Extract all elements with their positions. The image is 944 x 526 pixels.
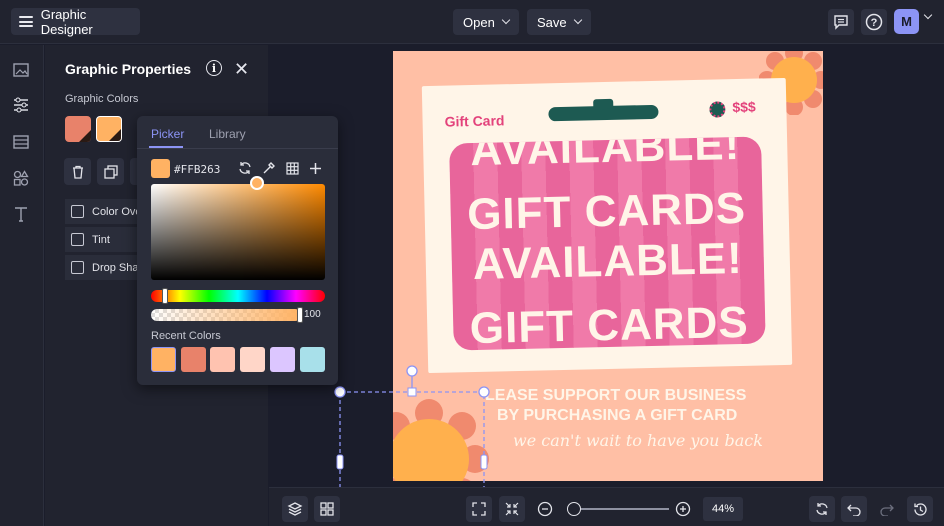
price-label: $$$ xyxy=(732,98,756,116)
hue-slider[interactable] xyxy=(151,290,325,302)
feedback-button[interactable] xyxy=(828,9,854,35)
save-button[interactable]: Save xyxy=(527,9,591,35)
hamburger-icon xyxy=(19,16,33,27)
color-swatch-2[interactable] xyxy=(96,116,122,142)
checkbox[interactable] xyxy=(71,205,84,218)
headline-text[interactable]: AVAILABLE! xyxy=(449,136,762,175)
info-icon[interactable]: i xyxy=(206,60,222,76)
redo-icon xyxy=(880,504,894,516)
alpha-value[interactable]: 100 xyxy=(304,309,321,320)
graphic-colors-label: Graphic Colors xyxy=(65,93,139,105)
panel-title: Graphic Properties xyxy=(65,61,192,77)
option-drop-shadow[interactable]: Drop Sha xyxy=(65,255,139,280)
help-button[interactable]: ? xyxy=(861,9,887,35)
tab-library[interactable]: Library xyxy=(209,127,246,141)
left-rail xyxy=(0,45,44,526)
close-icon[interactable]: ✕ xyxy=(234,59,249,80)
zoom-slider[interactable] xyxy=(569,508,669,510)
alpha-slider[interactable] xyxy=(151,309,301,321)
sliders-icon[interactable] xyxy=(12,96,30,114)
selection-box[interactable] xyxy=(330,362,496,488)
collapse-icon xyxy=(505,502,519,516)
chevron-down-icon[interactable] xyxy=(923,10,933,20)
color-swatch-1[interactable] xyxy=(65,116,91,142)
chevron-down-icon xyxy=(573,15,582,25)
recent-color-swatch[interactable] xyxy=(151,347,176,372)
delete-button[interactable] xyxy=(64,158,91,185)
hex-input[interactable]: #FFB263 xyxy=(174,163,220,176)
gift-card-label: Gift Card xyxy=(444,112,505,130)
grid-icon xyxy=(320,502,334,516)
saturation-value-handle[interactable] xyxy=(250,176,264,190)
option-color-overlay[interactable]: Color Ove xyxy=(65,199,139,224)
chevron-down-icon xyxy=(501,15,511,25)
recent-color-swatch[interactable] xyxy=(240,347,265,372)
grid-button[interactable] xyxy=(314,496,340,522)
chat-icon xyxy=(834,15,848,30)
tab-picker[interactable]: Picker xyxy=(151,127,184,141)
bottom-toolbar: 44% xyxy=(269,487,944,526)
top-bar: Graphic Designer Open Save ? M xyxy=(0,0,944,44)
duplicate-icon xyxy=(103,164,118,179)
history-icon xyxy=(913,502,927,516)
text-icon[interactable] xyxy=(12,205,30,223)
app-menu-button[interactable]: Graphic Designer xyxy=(11,6,140,37)
rotate-button[interactable] xyxy=(809,496,835,522)
card-dot xyxy=(709,101,726,118)
zoom-level[interactable]: 44% xyxy=(703,497,743,521)
shapes-icon[interactable] xyxy=(12,169,30,187)
script-text[interactable]: we can't wait to have you back xyxy=(513,431,763,450)
layers-button[interactable] xyxy=(282,496,308,522)
headline-text[interactable]: AVAILABLE! xyxy=(451,234,764,289)
checkbox[interactable] xyxy=(71,261,84,274)
shrink-button[interactable] xyxy=(499,496,525,522)
layout-icon[interactable] xyxy=(12,133,30,151)
zoom-slider-handle[interactable] xyxy=(567,502,581,516)
option-tint[interactable]: Tint xyxy=(65,227,139,252)
recent-color-swatch[interactable] xyxy=(300,347,325,372)
reset-color-icon[interactable] xyxy=(236,159,254,177)
add-color-icon[interactable] xyxy=(306,159,324,177)
headline-text[interactable]: GIFT CARDS xyxy=(450,184,763,239)
hue-slider-handle[interactable] xyxy=(162,288,168,304)
fit-screen-button[interactable] xyxy=(466,496,492,522)
open-button[interactable]: Open xyxy=(453,9,519,35)
saturation-value-area[interactable] xyxy=(151,184,325,280)
zoom-in-icon[interactable] xyxy=(675,501,691,517)
support-text[interactable]: BY PURCHASING A GIFT CARD xyxy=(497,407,797,425)
color-picker-popover: Picker Library #FFB263 100 Recent Colors xyxy=(137,116,338,385)
recent-color-swatch[interactable] xyxy=(181,347,206,372)
eyedropper-icon[interactable] xyxy=(260,159,278,177)
alpha-slider-handle[interactable] xyxy=(297,307,303,323)
gift-card-face[interactable]: AVAILABLE! GIFT CARDS AVAILABLE! GIFT CA… xyxy=(449,136,766,351)
headline-text[interactable]: GIFT CARDS xyxy=(453,298,766,351)
gift-card-graphic[interactable]: Gift Card $$$ AVAILABLE! GIFT CARDS AVAI… xyxy=(421,77,793,374)
recent-color-swatch[interactable] xyxy=(270,347,295,372)
palette-grid-icon[interactable] xyxy=(283,159,301,177)
history-button[interactable] xyxy=(907,496,933,522)
card-hanger xyxy=(548,104,659,122)
undo-button[interactable] xyxy=(841,496,867,522)
svg-text:?: ? xyxy=(871,17,878,29)
support-text[interactable]: LEASE SUPPORT OUR BUSINESS xyxy=(485,387,785,405)
redo-button[interactable] xyxy=(874,496,900,522)
current-color-swatch xyxy=(151,159,170,178)
undo-icon xyxy=(847,504,861,516)
image-icon[interactable] xyxy=(12,61,30,79)
recent-colors-label: Recent Colors xyxy=(151,330,221,342)
zoom-out-icon[interactable] xyxy=(537,501,553,517)
refresh-icon xyxy=(816,503,828,515)
expand-icon xyxy=(472,502,486,516)
layers-icon xyxy=(287,502,303,516)
checkbox[interactable] xyxy=(71,233,84,246)
app-title: Graphic Designer xyxy=(40,6,93,37)
help-icon: ? xyxy=(865,13,883,31)
avatar[interactable]: M xyxy=(894,9,919,34)
recent-color-swatch[interactable] xyxy=(210,347,235,372)
trash-icon xyxy=(72,165,83,179)
duplicate-button[interactable] xyxy=(97,158,124,185)
